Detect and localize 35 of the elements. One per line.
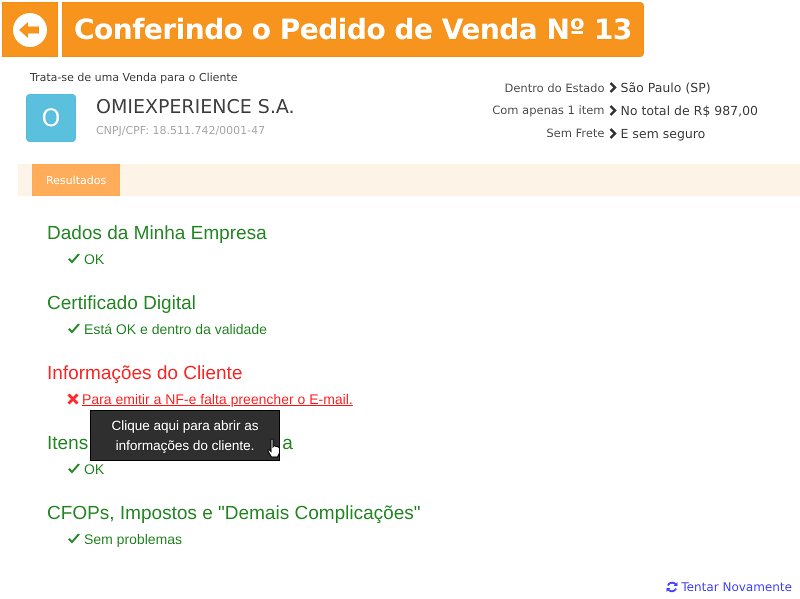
cross-icon: [67, 393, 79, 405]
client-document: CNPJ/CPF: 18.511.742/0001-47: [96, 124, 266, 137]
status-message: OK: [84, 461, 104, 477]
check-icon: [67, 533, 81, 545]
summary-value: No total de R$ 987,00: [620, 102, 758, 118]
status-message: Sem problemas: [84, 531, 182, 547]
section-title: CFOPs, Impostos e "Demais Complicações": [47, 503, 421, 525]
tooltip: Clique aqui para abrir as informações do cliente.: [90, 410, 280, 462]
check-icon: [67, 463, 81, 475]
client-intro: Trata-se de uma Venda para o Cliente: [30, 71, 239, 84]
status-message: Está OK e dentro da validade: [84, 321, 267, 337]
refresh-icon: [666, 581, 678, 593]
error-link[interactable]: Para emitir a NF-e falta preencher o E-mail.: [82, 391, 353, 407]
summary-value: São Paulo (SP): [620, 80, 711, 96]
section-title: Informações do Cliente: [47, 363, 242, 385]
check-icon: [67, 253, 81, 265]
back-button[interactable]: [2, 2, 58, 57]
hand-cursor-icon: [267, 438, 281, 458]
summary-label: Sem Frete: [545, 126, 605, 140]
page-title: Conferindo o Pedido de Venda Nº 13: [62, 2, 644, 57]
chevron-icon: [608, 104, 617, 116]
client-avatar: O: [26, 94, 76, 142]
summary-label: Dentro do Estado: [503, 80, 605, 95]
section-title: Certificado Digital: [47, 293, 196, 315]
client-name: OMIEXPERIENCE S.A.: [96, 96, 295, 118]
chevron-icon: [608, 82, 617, 94]
chevron-icon: [608, 128, 617, 139]
summary-label: Com apenas 1 item: [492, 103, 605, 118]
section-title: Dados da Minha Empresa: [47, 223, 267, 245]
section-title: Itens: [47, 433, 88, 455]
check-icon: [67, 323, 81, 335]
section-title-end: a: [282, 433, 293, 455]
summary-value: E sem seguro: [620, 126, 706, 141]
status-message: OK: [84, 251, 104, 267]
retry-link[interactable]: Tentar Novamente: [666, 580, 792, 594]
